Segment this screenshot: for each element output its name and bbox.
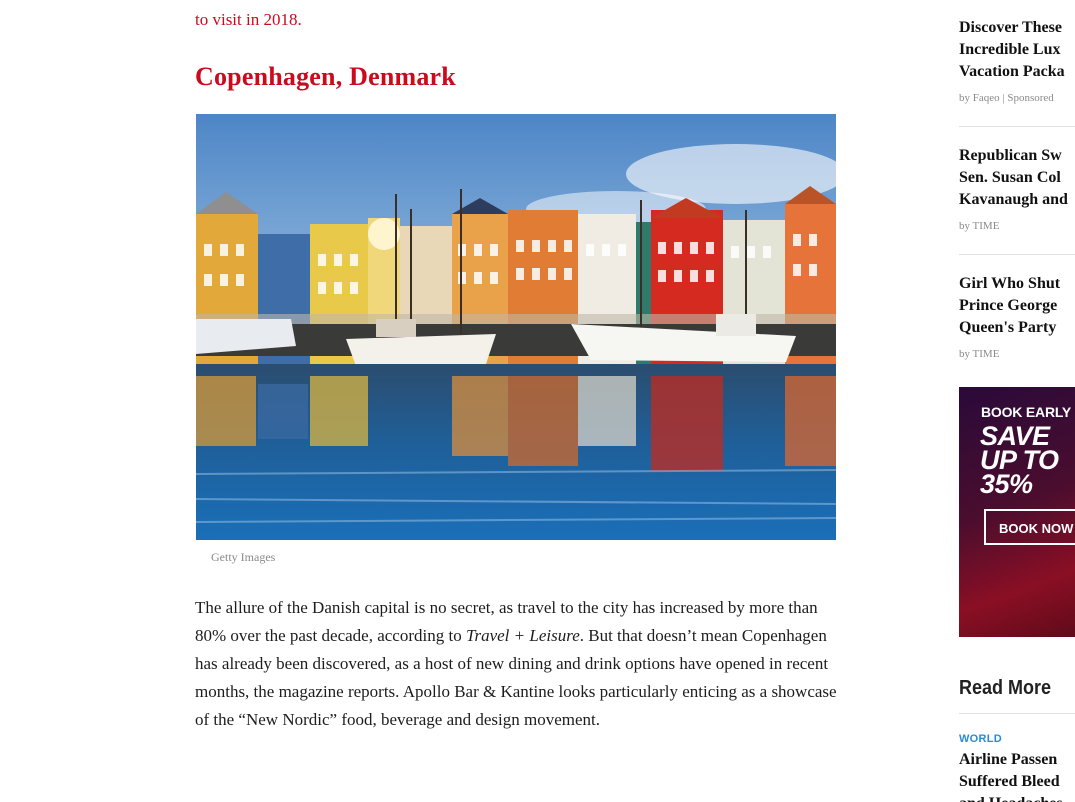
intro-link-fragment[interactable]: to visit in 2018.: [195, 10, 302, 30]
ad-book-now-button[interactable]: BOOK NOW: [984, 509, 1075, 545]
divider: [959, 254, 1075, 255]
divider: [959, 713, 1075, 714]
read-more-headline[interactable]: Airline Passen Suffered Bleed and Headac…: [959, 749, 1063, 802]
recommended-headline[interactable]: Discover These Incredible Lux Vacation P…: [959, 17, 1075, 83]
read-more-heading: Read More: [959, 677, 1052, 699]
sidebar: Discover These Incredible Lux Vacation P…: [959, 0, 1075, 802]
ad-kicker: BOOK EARLY &: [981, 404, 1075, 420]
divider: [959, 126, 1075, 127]
recommended-item[interactable]: Republican Sw Sen. Susan Col Kavanaugh a…: [959, 145, 1075, 232]
category-label[interactable]: WORLD: [959, 733, 1002, 745]
source-publication: Travel + Leisure: [465, 626, 580, 645]
recommended-headline[interactable]: Girl Who Shut Prince George Queen's Part…: [959, 273, 1075, 339]
recommended-item[interactable]: Discover These Incredible Lux Vacation P…: [959, 17, 1075, 104]
ad-headline: SAVE UP TO 35%: [980, 421, 1059, 499]
advertisement-banner[interactable]: BOOK EARLY & SAVE UP TO 35% BOOK NOW: [959, 387, 1075, 637]
recommended-byline: by Faqeo | Sponsored: [959, 92, 1054, 104]
image-caption: Getty Images: [211, 550, 276, 564]
copenhagen-nyhavn-photo: [196, 114, 836, 540]
recommended-byline: by TIME: [959, 220, 1000, 232]
section-heading: Copenhagen, Denmark: [195, 62, 456, 91]
recommended-byline: by TIME: [959, 348, 1000, 360]
recommended-headline[interactable]: Republican Sw Sen. Susan Col Kavanaugh a…: [959, 145, 1075, 211]
recommended-item[interactable]: Girl Who Shut Prince George Queen's Part…: [959, 273, 1075, 360]
article-paragraph: The allure of the Danish capital is no s…: [195, 594, 845, 734]
